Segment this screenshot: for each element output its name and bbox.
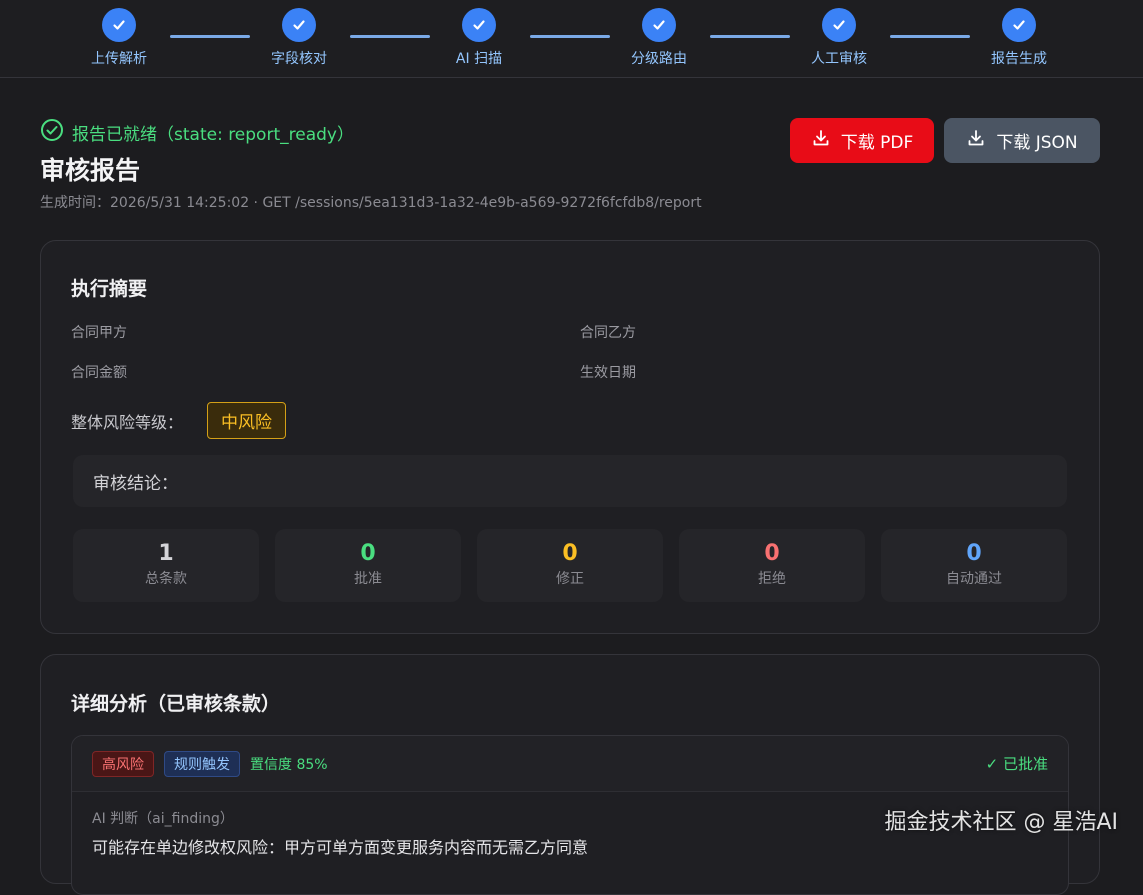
progress-stepper: 上传解析 字段核对 AI 扫描 分级路由 人工审核 报告生成: [0, 0, 1143, 78]
stat-value: 0: [764, 541, 780, 566]
check-icon: [102, 8, 136, 42]
amount-label: 合同金额: [71, 365, 127, 381]
summary-title: 执行摘要: [71, 278, 148, 300]
risk-tag: 高风险: [92, 750, 154, 777]
status-text: 报告已就绪（state: report_ready）: [72, 125, 354, 145]
step-upload[interactable]: 上传解析: [59, 8, 179, 68]
step-routing[interactable]: 分级路由: [599, 8, 719, 68]
party-a-label: 合同甲方: [71, 325, 127, 341]
finding-description: 可能存在单边修改权风险：甲方可单方面变更服务内容而无需乙方同意: [92, 838, 589, 857]
overall-risk: 整体风险等级： 中风险: [71, 402, 287, 439]
stat-approved: 0 批准: [275, 529, 461, 602]
step-connector: [350, 35, 430, 38]
risk-level-badge: 中风险: [207, 402, 287, 439]
stat-revised: 0 修正: [477, 529, 663, 602]
stat-rejected: 0 拒绝: [679, 529, 865, 602]
check-icon: [822, 8, 856, 42]
step-ai-scan[interactable]: AI 扫描: [419, 8, 539, 68]
step-label: 上传解析: [91, 51, 147, 67]
check-circle-icon: [40, 118, 64, 147]
source-tag: 规则触发: [164, 750, 240, 777]
stat-label: 自动通过: [946, 571, 1002, 587]
stat-value: 1: [158, 541, 174, 566]
step-label: 人工审核: [811, 51, 867, 67]
stat-value: 0: [966, 541, 982, 566]
detail-title: 详细分析（已审核条款）: [71, 693, 281, 715]
watermark: 掘金技术社区 @ 星浩AI: [884, 810, 1118, 835]
confidence-value: 置信度 85%: [250, 756, 328, 773]
stat-label: 拒绝: [758, 571, 786, 587]
detailed-analysis-card: 详细分析（已审核条款） 高风险 规则触发 置信度 85% ✓ 已批准 AI 判断…: [40, 654, 1100, 895]
page-title: 审核报告: [40, 156, 141, 185]
stat-value: 0: [360, 541, 376, 566]
executive-summary-card: 执行摘要 合同甲方 合同乙方 合同金额 生效日期 整体风险等级： 中风险 审核结…: [40, 240, 1100, 634]
step-field-check[interactable]: 字段核对: [239, 8, 359, 68]
step-connector: [170, 35, 250, 38]
approved-status: ✓ 已批准: [985, 755, 1048, 773]
step-connector: [890, 35, 970, 38]
stat-auto-passed: 0 自动通过: [881, 529, 1067, 602]
report-status: 报告已就绪（state: report_ready）: [40, 118, 354, 147]
finding-header: 高风险 规则触发 置信度 85% ✓ 已批准: [72, 736, 1068, 792]
check-icon: [642, 8, 676, 42]
party-b-label: 合同乙方: [580, 325, 636, 341]
check-icon: [282, 8, 316, 42]
download-icon: [966, 128, 986, 153]
step-connector: [710, 35, 790, 38]
step-label: AI 扫描: [455, 51, 503, 67]
step-report[interactable]: 报告生成: [959, 8, 1079, 68]
step-label: 报告生成: [991, 51, 1047, 67]
download-pdf-button[interactable]: 下载 PDF: [790, 118, 934, 163]
stat-total: 1 总条款: [73, 529, 259, 602]
step-connector: [530, 35, 610, 38]
risk-label: 整体风险等级：: [71, 412, 184, 432]
check-icon: [1002, 8, 1036, 42]
step-label: 分级路由: [631, 51, 687, 67]
download-json-button[interactable]: 下载 JSON: [944, 118, 1100, 163]
stat-label: 总条款: [145, 571, 187, 587]
step-manual-review[interactable]: 人工审核: [779, 8, 899, 68]
stat-value: 0: [562, 541, 578, 566]
download-icon: [811, 128, 831, 153]
effective-date-label: 生效日期: [580, 365, 636, 381]
report-meta: 生成时间：2026/5/31 14:25:02 · GET /sessions/…: [40, 195, 702, 211]
stat-label: 批准: [354, 571, 382, 587]
check-icon: [462, 8, 496, 42]
review-conclusion: 审核结论：: [73, 455, 1067, 507]
step-label: 字段核对: [271, 51, 327, 67]
download-json-label: 下载 JSON: [996, 133, 1078, 153]
stat-label: 修正: [556, 571, 584, 587]
download-pdf-label: 下载 PDF: [840, 133, 914, 153]
